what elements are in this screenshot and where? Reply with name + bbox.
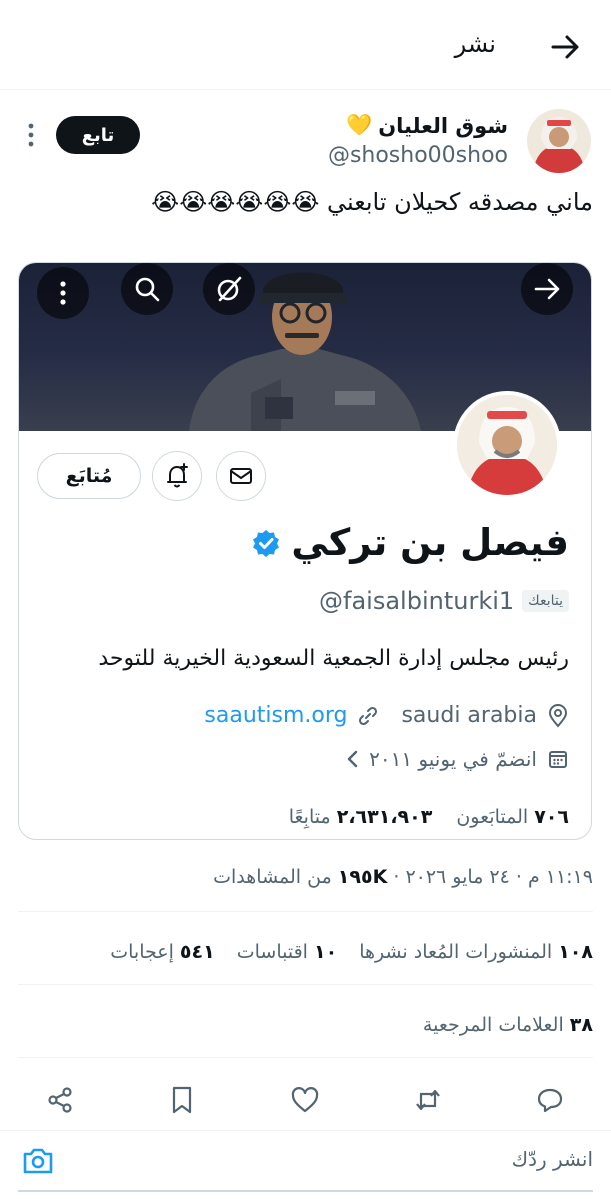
bookmark-icon[interactable]	[162, 1080, 202, 1120]
views-count: ١٩٥K	[337, 866, 388, 888]
quotes-stat[interactable]: ١٠ اقتباسات	[237, 941, 337, 963]
profile-name-text: فيصل بن تركي	[291, 521, 569, 564]
website-link[interactable]: saautism.org	[204, 703, 347, 728]
calendar-icon	[547, 748, 569, 770]
link-icon	[357, 705, 379, 727]
profile-counts: ٧٠٦ المتابَعون ٢،٦٣١،٩٠٣ متابِعًا	[289, 806, 569, 828]
location-text: saudi arabia	[401, 703, 537, 728]
following-button[interactable]: مُتابَع	[37, 453, 141, 499]
profile-bio: رئيس مجلس إدارة الجمعية السعودية الخيرية…	[98, 646, 569, 671]
divider	[18, 1057, 593, 1058]
profile-meta-location-link: saautism.org saudi arabia	[204, 703, 569, 728]
repost-icon[interactable]	[408, 1080, 448, 1120]
author-name-text: شوق العليان	[378, 113, 508, 138]
banner-more-icon[interactable]	[37, 267, 89, 319]
tweet-time: ١١:١٩ م · ٢٤ مايو ٢٠٢٦ ·	[387, 866, 593, 888]
profile-avatar	[453, 391, 561, 499]
tweet-text: ماني مصدقه كحيلان تابعني 😭😭😭😭😭😭	[151, 188, 593, 216]
yellow-heart-icon: 💛	[346, 113, 373, 137]
grok-icon[interactable]	[203, 263, 255, 315]
profile-joined-row: انضمّ في يونيو ٢٠١١	[345, 747, 569, 771]
verified-badge-icon	[251, 528, 281, 558]
bottom-divider	[18, 1190, 593, 1192]
author-avatar[interactable]	[527, 109, 591, 173]
more-options-icon[interactable]	[24, 120, 38, 150]
banner-forward-arrow-icon[interactable]	[521, 263, 573, 315]
action-bar	[0, 1080, 611, 1120]
reply-input[interactable]: انشر ردّك	[512, 1147, 593, 1171]
tweet-timestamp: ١١:١٩ م · ٢٤ مايو ٢٠٢٦ · ١٩٥K من المشاهد…	[213, 866, 593, 888]
message-icon[interactable]	[216, 451, 266, 501]
chevron-left-icon[interactable]	[345, 749, 359, 769]
reply-icon[interactable]	[530, 1080, 570, 1120]
page-title: نشر	[454, 30, 496, 58]
divider	[18, 911, 593, 912]
top-bar: نشر	[0, 0, 611, 90]
follows-you-badge: يتابعك	[522, 590, 569, 612]
tweet-media-image[interactable]: مُتابَع فيصل بن تركي يتابعك @faisalbintu…	[18, 262, 592, 840]
follow-button[interactable]: تابع	[56, 116, 140, 154]
back-arrow-icon[interactable]	[545, 27, 585, 67]
share-icon[interactable]	[40, 1080, 80, 1120]
author-name[interactable]: شوق العليان 💛	[346, 113, 508, 138]
joined-text: انضمّ في يونيو ٢٠١١	[369, 747, 537, 771]
camera-icon[interactable]	[20, 1143, 56, 1179]
profile-handle: @faisalbinturki1	[319, 587, 515, 615]
reply-composer[interactable]: انشر ردّك	[0, 1130, 611, 1188]
author-handle[interactable]: @shosho00shoo	[328, 143, 508, 168]
notify-bell-icon[interactable]	[152, 451, 202, 501]
engagement-stats: ١٠٨ المنشورات المُعاد نشرها ١٠ اقتباسات …	[110, 941, 593, 963]
likes-stat[interactable]: ٥٤١ إعجابات	[110, 941, 214, 963]
banner-search-icon[interactable]	[121, 263, 173, 315]
views-label: من المشاهدات	[213, 866, 338, 888]
divider	[18, 984, 593, 985]
location-pin-icon	[547, 703, 569, 728]
followers-count[interactable]: ٢،٦٣١،٩٠٣ متابِعًا	[289, 806, 433, 828]
like-heart-icon[interactable]	[285, 1080, 325, 1120]
following-count[interactable]: ٧٠٦ المتابَعون	[456, 806, 569, 828]
bookmarks-stat[interactable]: ٣٨ العلامات المرجعية	[423, 1014, 593, 1036]
reposts-stat[interactable]: ١٠٨ المنشورات المُعاد نشرها	[359, 941, 593, 963]
profile-name: فيصل بن تركي	[251, 521, 569, 564]
profile-handle-row: يتابعك @faisalbinturki1	[319, 587, 569, 615]
